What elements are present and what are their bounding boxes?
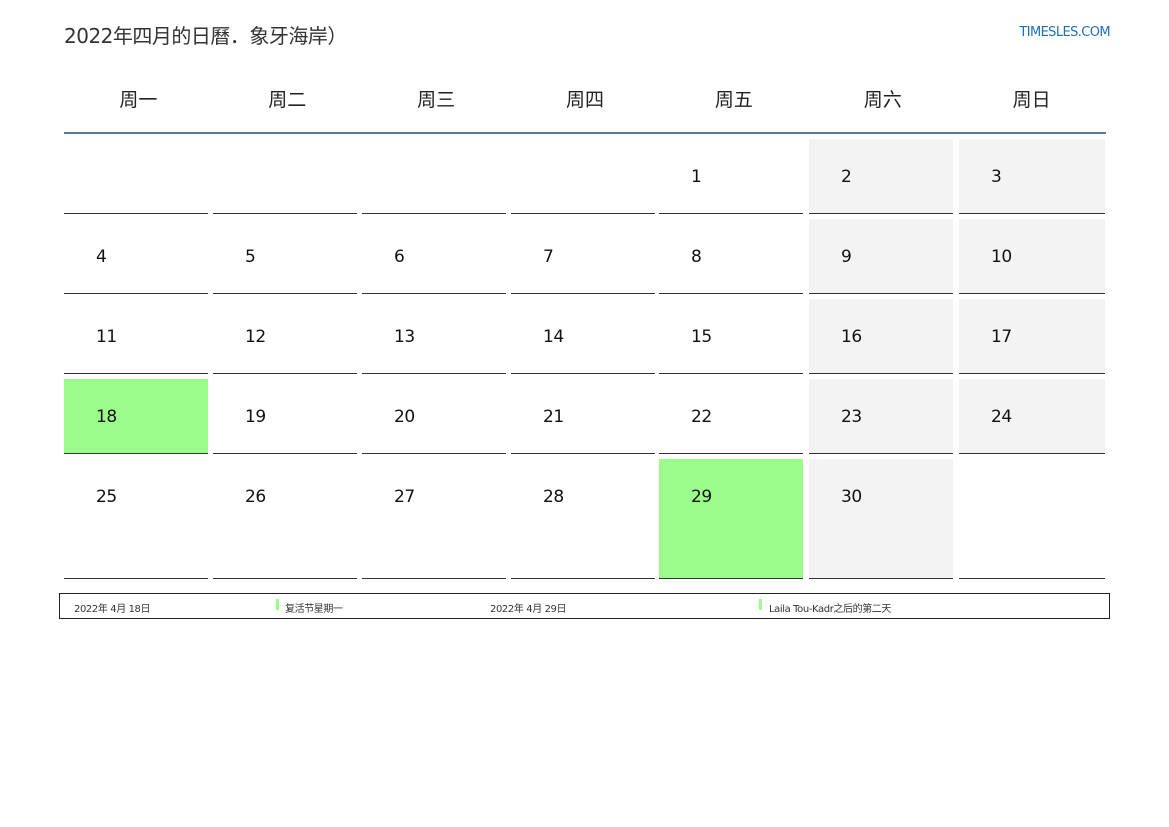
day-number: 4 (96, 247, 107, 267)
day-number: 5 (245, 247, 256, 267)
day-number: 7 (543, 247, 554, 267)
weekday-thu: 周四 (566, 89, 605, 111)
day-number: 26 (245, 487, 266, 507)
day-cell: 13 (362, 299, 506, 374)
weekday-wed: 周三 (417, 89, 456, 111)
day-number: 27 (394, 487, 415, 507)
day-cell (64, 139, 208, 214)
day-cell (511, 139, 655, 214)
day-cell: 21 (511, 379, 655, 454)
day-number: 11 (96, 327, 117, 347)
day-cell: 22 (659, 379, 803, 454)
day-number: 15 (691, 327, 712, 347)
weekday-header: 周一 周二 周三 周四 周五 周六 周日 (64, 70, 1106, 134)
holiday-color-marker (759, 599, 762, 610)
day-number: 1 (691, 167, 702, 187)
day-number: 6 (394, 247, 405, 267)
day-cell: 26 (213, 459, 357, 579)
day-cell-weekend: 24 (959, 379, 1105, 454)
day-cell: 4 (64, 219, 208, 294)
day-number: 18 (96, 407, 117, 427)
weekday-fri: 周五 (714, 89, 753, 111)
day-number: 21 (543, 407, 564, 427)
day-number: 22 (691, 407, 712, 427)
weekday-sat: 周六 (863, 89, 902, 111)
weekday-tue: 周二 (268, 89, 307, 111)
day-number: 30 (841, 487, 862, 507)
day-number: 24 (991, 407, 1012, 427)
calendar-week: 18 19 20 21 22 23 24 (64, 374, 1110, 454)
day-cell (362, 139, 506, 214)
calendar-week: 11 12 13 14 15 16 17 (64, 294, 1110, 374)
day-cell-holiday: 18 (64, 379, 208, 454)
day-cell-holiday: 29 (659, 459, 803, 579)
day-cell-weekend: 16 (809, 299, 953, 374)
day-number: 20 (394, 407, 415, 427)
day-cell: 7 (511, 219, 655, 294)
site-link[interactable]: TIMESLES.COM (1019, 25, 1110, 40)
day-cell-weekend: 3 (959, 139, 1105, 214)
day-cell: 8 (659, 219, 803, 294)
legend-date: 2022年 4月 18日 (74, 604, 151, 615)
day-cell: 6 (362, 219, 506, 294)
weekday-sun: 周日 (1012, 89, 1051, 111)
day-number: 14 (543, 327, 564, 347)
calendar-week: 1 2 3 (64, 134, 1110, 214)
day-number: 19 (245, 407, 266, 427)
legend-date: 2022年 4月 29日 (490, 604, 567, 615)
day-cell-weekend: 23 (809, 379, 953, 454)
day-cell: 5 (213, 219, 357, 294)
day-cell: 25 (64, 459, 208, 579)
day-cell: 12 (213, 299, 357, 374)
day-cell: 27 (362, 459, 506, 579)
legend-holiday-name: 复活节星期一 (285, 604, 343, 615)
day-number: 29 (691, 487, 712, 507)
day-cell-weekend: 10 (959, 219, 1105, 294)
calendar-week: 4 5 6 7 8 9 10 (64, 214, 1110, 294)
day-number: 17 (991, 327, 1012, 347)
day-cell-weekend: 17 (959, 299, 1105, 374)
day-number: 13 (394, 327, 415, 347)
day-cell: 28 (511, 459, 655, 579)
day-number: 23 (841, 407, 862, 427)
day-cell (959, 459, 1105, 579)
day-cell: 14 (511, 299, 655, 374)
day-cell-weekend: 2 (809, 139, 953, 214)
holiday-color-marker (276, 599, 279, 610)
day-cell-weekend: 30 (809, 459, 953, 579)
day-number: 2 (841, 167, 852, 187)
holiday-legend: 2022年 4月 18日 复活节星期一 2022年 4月 29日 Laila T… (59, 593, 1110, 619)
day-number: 16 (841, 327, 862, 347)
day-cell: 20 (362, 379, 506, 454)
legend-holiday-name: Laila Tou-Kadr之后的第二天 (769, 604, 892, 615)
weekday-mon: 周一 (119, 89, 158, 111)
day-cell: 11 (64, 299, 208, 374)
page-title: 2022年四月的日曆．象牙海岸） (64, 24, 347, 48)
day-number: 9 (841, 247, 852, 267)
day-cell (213, 139, 357, 214)
day-number: 10 (991, 247, 1012, 267)
calendar-week: 25 26 27 28 29 30 (64, 454, 1110, 579)
day-cell: 1 (659, 139, 803, 214)
day-number: 12 (245, 327, 266, 347)
day-number: 25 (96, 487, 117, 507)
day-cell-weekend: 9 (809, 219, 953, 294)
day-number: 8 (691, 247, 702, 267)
day-number: 28 (543, 487, 564, 507)
day-cell: 19 (213, 379, 357, 454)
calendar-grid: 1 2 3 4 5 6 7 8 9 10 11 12 13 14 15 16 1… (64, 134, 1110, 579)
day-cell: 15 (659, 299, 803, 374)
day-number: 3 (991, 167, 1002, 187)
